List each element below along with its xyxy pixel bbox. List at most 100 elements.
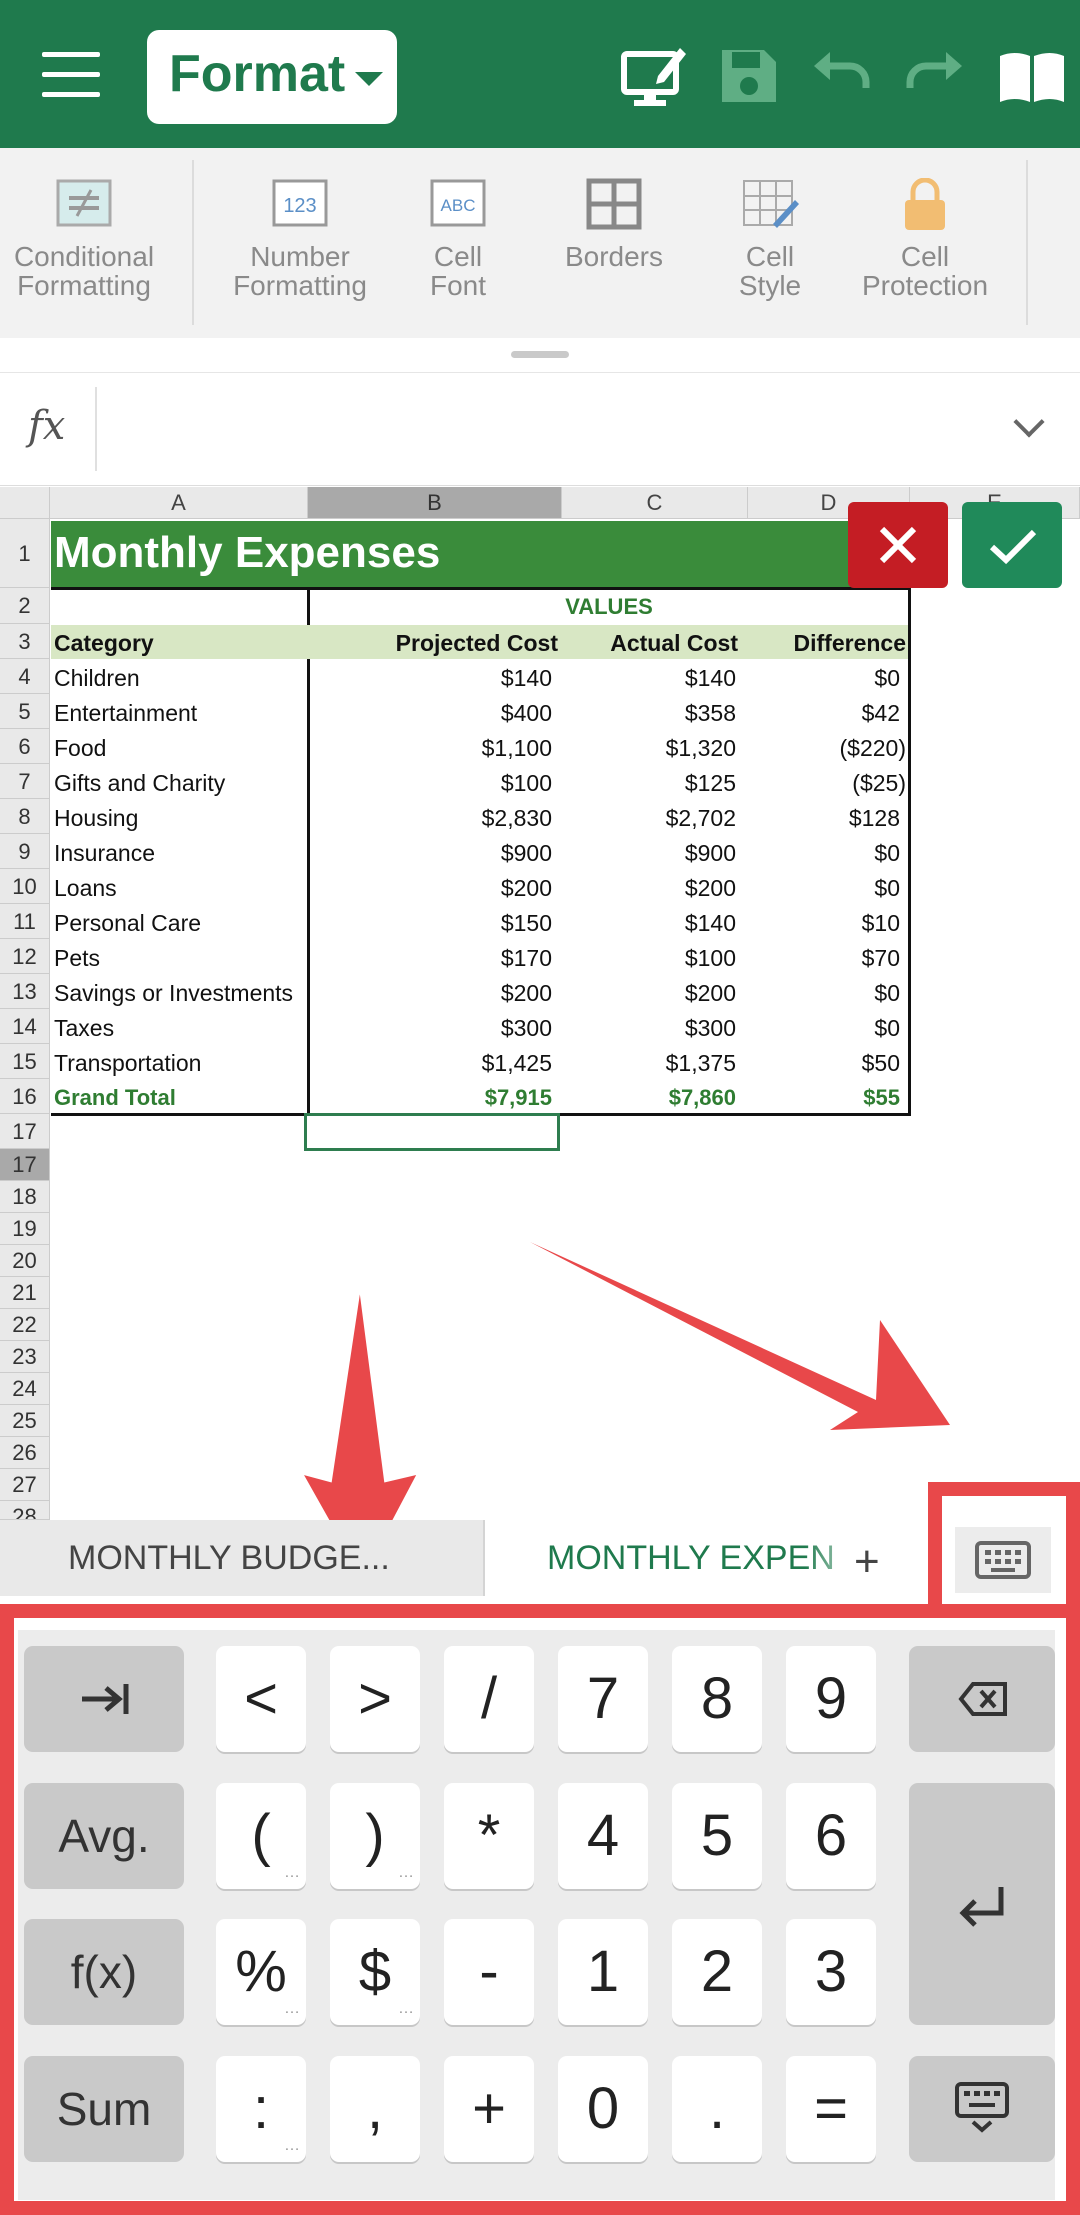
cell-actual[interactable]: $1,375 [562,1050,736,1077]
row-header[interactable]: 15 [0,1044,50,1079]
row-header[interactable]: 3 [0,624,50,659]
cell-difference[interactable]: $42 [748,700,900,727]
cell-actual[interactable]: $140 [562,910,736,937]
borders-button[interactable]: Borders [554,178,674,271]
cell-difference[interactable]: $0 [748,665,900,692]
row-header[interactable]: 12 [0,939,50,974]
cell-actual[interactable]: $200 [562,875,736,902]
menu-icon[interactable] [42,52,100,98]
cell-actual[interactable]: $140 [562,665,736,692]
cell-style-button[interactable]: Cell Style [710,178,830,300]
add-sheet-button[interactable]: + [854,1537,880,1587]
cell-difference[interactable]: $70 [748,945,900,972]
column-header-a[interactable]: A [50,487,308,519]
cell-actual[interactable]: $300 [562,1015,736,1042]
selected-cell[interactable] [304,1113,560,1151]
cell-category[interactable]: Gifts and Charity [54,770,225,797]
row-header[interactable]: 8 [0,799,50,834]
cell-difference[interactable]: $128 [748,805,900,832]
book-icon[interactable] [996,40,1068,112]
confirm-edit-button[interactable] [962,502,1062,588]
conditional-formatting-button[interactable]: Conditional Formatting [6,178,162,300]
header-projected[interactable]: Projected Cost [310,630,558,657]
undo-icon[interactable] [806,40,878,112]
cell-category[interactable]: Taxes [54,1015,114,1042]
row-header[interactable]: 9 [0,834,50,869]
select-all-corner[interactable] [0,487,50,519]
save-icon[interactable] [712,40,784,112]
cell-actual[interactable]: $1,320 [562,735,736,762]
header-actual[interactable]: Actual Cost [562,630,738,657]
cell-actual[interactable]: $100 [562,945,736,972]
cell-difference[interactable]: $0 [748,840,900,867]
row-header[interactable]: 10 [0,869,50,904]
cell-projected[interactable]: $100 [310,770,552,797]
column-header-b[interactable]: B [308,487,562,519]
cell-actual[interactable]: $125 [562,770,736,797]
row-header[interactable]: 4 [0,659,50,694]
cell-projected[interactable]: $400 [310,700,552,727]
cell-difference[interactable]: $10 [748,910,900,937]
cell-difference[interactable]: ($25) [748,770,906,797]
cell-projected[interactable]: $900 [310,840,552,867]
row-header[interactable]: 6 [0,729,50,764]
cell-actual[interactable]: $358 [562,700,736,727]
row-header[interactable]: 7 [0,764,50,799]
cancel-edit-button[interactable] [848,502,948,588]
cell-projected[interactable]: $200 [310,980,552,1007]
cell-difference[interactable]: $50 [748,1050,900,1077]
cell-category[interactable]: Food [54,735,106,762]
formula-input[interactable] [110,393,980,463]
cell-actual[interactable]: $200 [562,980,736,1007]
edit-screen-icon[interactable] [618,40,690,112]
cell-category[interactable]: Loans [54,875,117,902]
cell-difference[interactable]: ($220) [748,735,906,762]
ribbon-drag-handle[interactable] [511,351,569,358]
cell-projected[interactable]: $7,915 [310,1085,552,1111]
cell-actual[interactable]: $7,860 [562,1085,736,1111]
chevron-down-icon[interactable] [1013,406,1045,438]
redo-icon[interactable] [898,40,970,112]
cell-category[interactable]: Pets [54,945,100,972]
row-header[interactable]: 14 [0,1009,50,1044]
cell-difference[interactable]: $0 [748,875,900,902]
cell-actual[interactable]: $900 [562,840,736,867]
cell-projected[interactable]: $200 [310,875,552,902]
cell-category[interactable]: Personal Care [54,910,201,937]
cell-projected[interactable]: $1,425 [310,1050,552,1077]
cell-category[interactable]: Entertainment [54,700,197,727]
format-dropdown-button[interactable]: Format [147,30,397,124]
cell-projected[interactable]: $300 [310,1015,552,1042]
cell-difference[interactable]: $55 [748,1085,900,1111]
header-difference[interactable]: Difference [748,630,906,657]
sheet-title[interactable]: Monthly Expenses [54,528,440,578]
row-header[interactable]: 5 [0,694,50,729]
row-header[interactable]: 16 [0,1079,50,1114]
row-header[interactable]: 2 [0,588,50,624]
cell-difference[interactable]: $0 [748,1015,900,1042]
row-header[interactable]: 17 [0,1149,50,1181]
column-header-c[interactable]: C [562,487,748,519]
cell-projected[interactable]: $150 [310,910,552,937]
values-header[interactable]: VALUES [310,594,908,620]
row-header[interactable]: 1 [0,519,50,588]
cell-category[interactable]: Savings or Investments [54,980,293,1007]
cell-category[interactable]: Housing [54,805,138,832]
row-header[interactable]: 17 [0,1114,50,1149]
cell-category[interactable]: Transportation [54,1050,201,1077]
cell-projected[interactable]: $140 [310,665,552,692]
cell-difference[interactable]: $0 [748,980,900,1007]
row-header[interactable]: 13 [0,974,50,1009]
cell-font-button[interactable]: ABC Cell Font [398,178,518,300]
cell-projected[interactable]: $170 [310,945,552,972]
cell-category[interactable]: Children [54,665,140,692]
tab-monthly-expenses[interactable]: MONTHLY EXPEN [485,1520,915,1596]
cell-projected[interactable]: $1,100 [310,735,552,762]
tab-monthly-budget[interactable]: MONTHLY BUDGE... [0,1520,485,1596]
cell-projected[interactable]: $2,830 [310,805,552,832]
cell-actual[interactable]: $2,702 [562,805,736,832]
header-category[interactable]: Category [54,630,154,657]
cell-category[interactable]: Grand Total [54,1085,176,1111]
cell-category[interactable]: Insurance [54,840,155,867]
cell-protection-button[interactable]: Cell Protection [850,178,1000,300]
